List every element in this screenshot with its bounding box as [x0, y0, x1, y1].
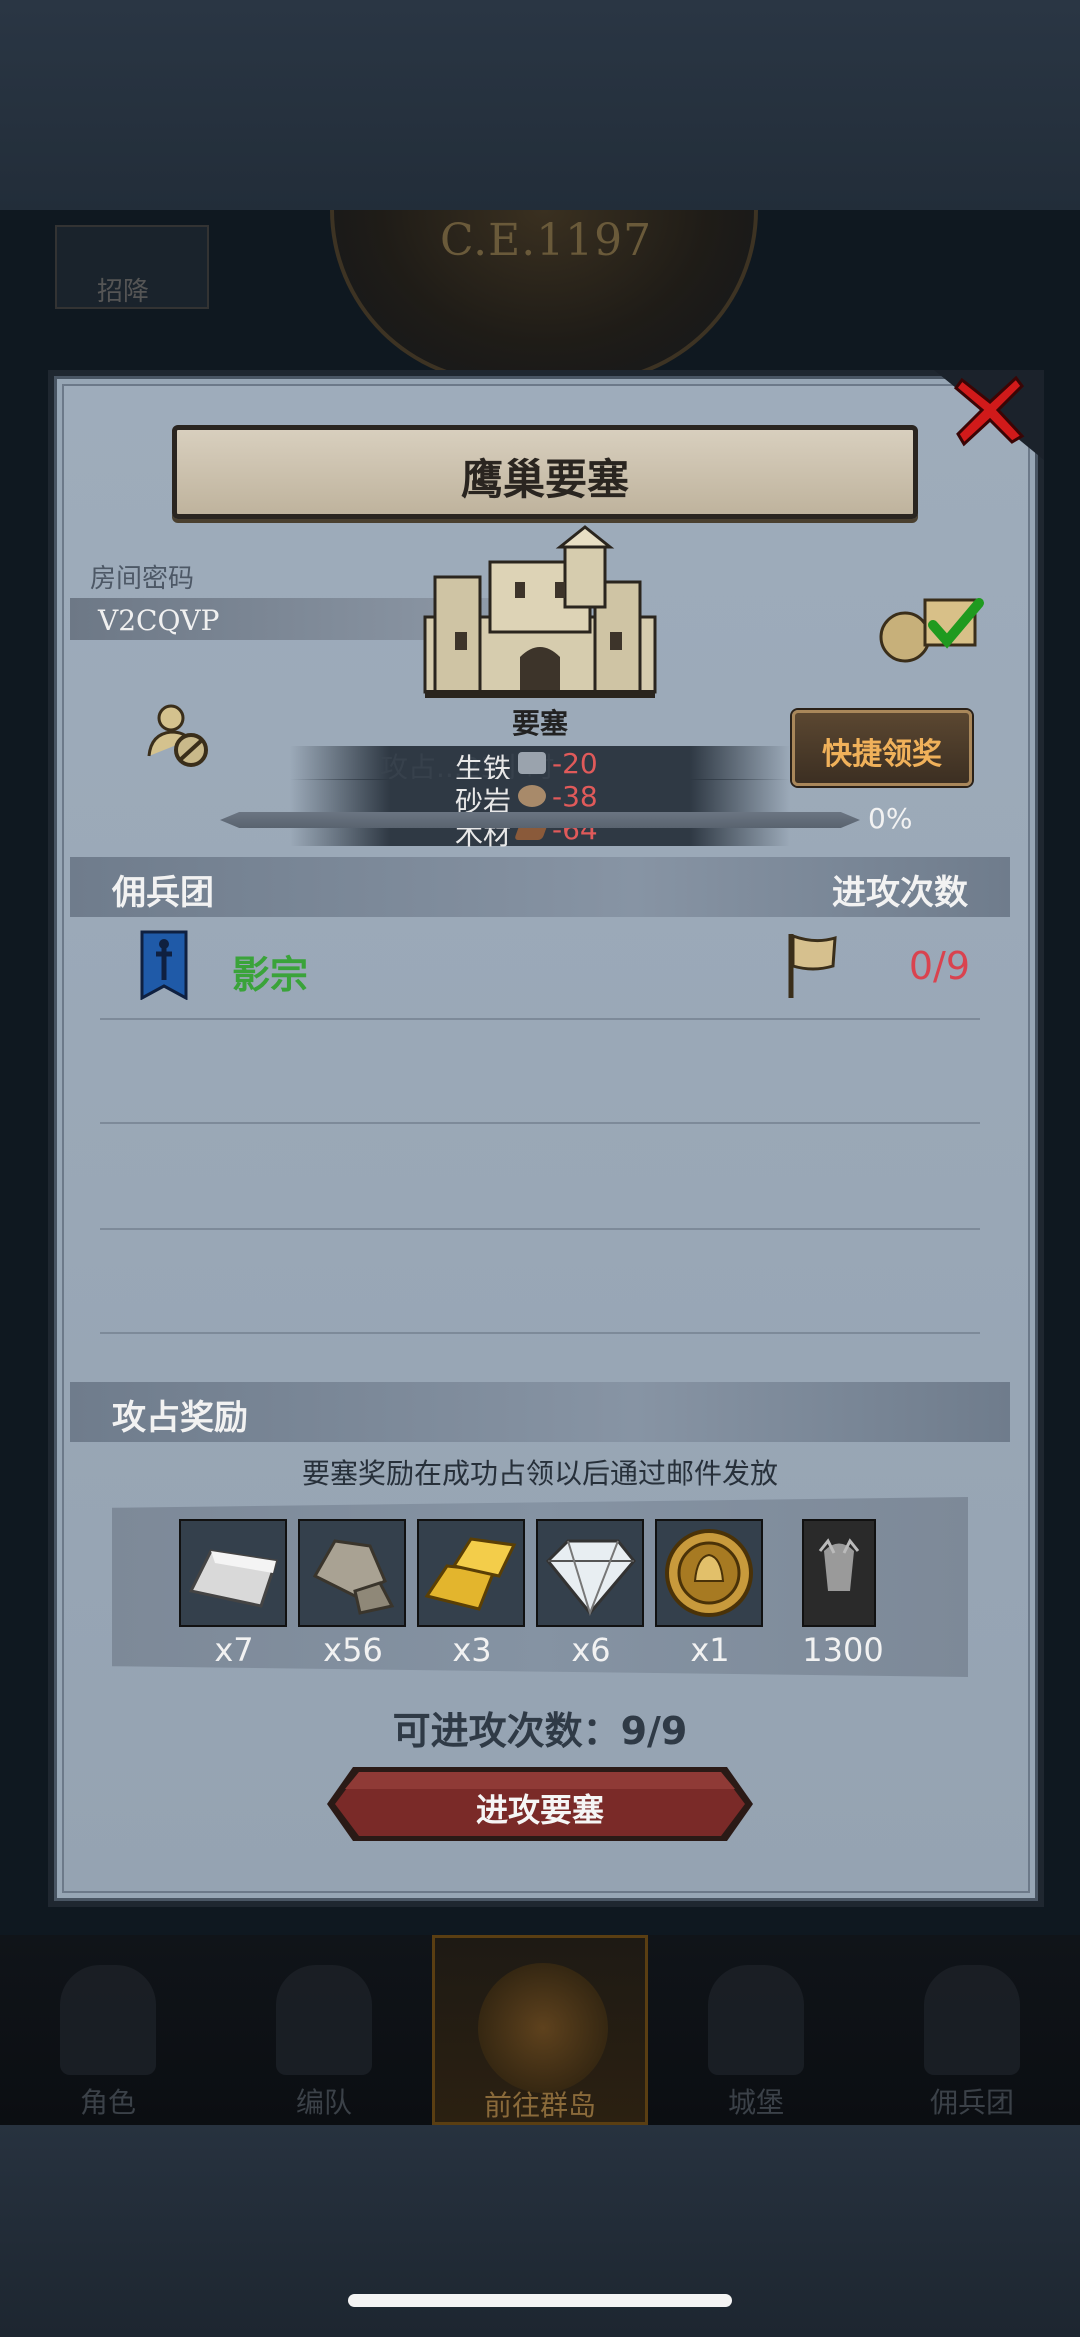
attack-count-header: 进攻次数 [832, 873, 968, 913]
nav-label: 城堡 [727, 2086, 784, 2119]
attack-button-label: 进攻要塞 [475, 1791, 604, 1829]
reward-qty: x1 [690, 1631, 730, 1669]
occupy-progress-label: 0% [868, 802, 913, 835]
quick-claim-button[interactable]: 快捷领奖 [792, 710, 972, 786]
close-button[interactable] [950, 370, 1030, 450]
list-divider [100, 1122, 980, 1124]
remaining-attempts: 可进攻次数：9/9 [392, 1709, 688, 1753]
nav-item-castle[interactable]: 城堡 [648, 1935, 864, 2125]
reward-qty: 1300 [802, 1631, 884, 1669]
iron-icon [518, 752, 546, 774]
era-label: C.E.1197 [440, 215, 653, 266]
medal-icon [655, 1519, 763, 1627]
attack-fortress-button[interactable]: 进攻要塞 [325, 1765, 755, 1843]
honor-icon [802, 1519, 876, 1627]
list-divider [100, 1018, 980, 1020]
resource-value: -38 [552, 780, 598, 813]
quick-claim-label: 快捷领奖 [822, 737, 942, 772]
bottom-nav: 角色 编队 前往群岛 城堡 佣兵团 [0, 1935, 1080, 2125]
resource-value: -20 [552, 747, 598, 780]
guild-banner-icon [140, 930, 188, 1000]
room-code[interactable]: V2CQVP [98, 604, 219, 637]
title-banner: 鹰巢要塞 [172, 425, 918, 519]
occupy-progress-bar [220, 812, 860, 828]
flag-icon [788, 933, 837, 998]
iron-ingot-icon [179, 1519, 287, 1627]
nav-item-mercenary[interactable]: 佣兵团 [864, 1935, 1080, 2125]
mercenary-section-title: 佣兵团 [112, 873, 214, 913]
helmet-icon [276, 1965, 372, 2075]
mercenary-section-header: 佣兵团 进攻次数 [70, 857, 1010, 917]
recruit-tab-label: 招降 [97, 277, 150, 307]
room-password-label: 房间密码 [90, 564, 195, 594]
castle-icon [708, 1965, 804, 2075]
recruit-tab: 招降 [55, 225, 209, 309]
compass-icon [478, 1963, 608, 2093]
reward-item[interactable]: x6 [536, 1519, 644, 1669]
home-indicator[interactable] [348, 2294, 732, 2307]
close-icon [953, 375, 1025, 447]
nav-label: 前往群岛 [483, 2089, 596, 2122]
reward-section-header: 攻占奖励 [70, 1382, 1010, 1442]
mercenary-icon [924, 1965, 1020, 2075]
reward-item[interactable]: x7 [179, 1519, 287, 1669]
dialog-title: 鹰巢要塞 [460, 455, 629, 504]
gold-bar-icon [417, 1519, 525, 1627]
fortress-icon [423, 525, 657, 698]
nav-label: 佣兵团 [929, 2086, 1014, 2119]
list-divider [100, 1332, 980, 1334]
nav-item-character[interactable]: 角色 [0, 1935, 216, 2125]
guild-name[interactable]: 影宗 [232, 944, 308, 999]
list-divider [100, 1228, 980, 1230]
diamond-icon [536, 1519, 644, 1627]
resource-row: 攻占...23小时 生铁 -20 [290, 746, 790, 785]
guild-attack-count: 0/9 [908, 944, 970, 988]
nav-item-team[interactable]: 编队 [216, 1935, 432, 2125]
nav-label: 编队 [295, 2086, 352, 2119]
user-block-icon[interactable] [145, 700, 215, 770]
nav-label: 角色 [79, 2086, 136, 2119]
reward-note: 要塞奖励在成功占领以后通过邮件发放 [301, 1457, 778, 1490]
reward-item[interactable]: 1300 [788, 1519, 896, 1669]
fortress-type-label: 要塞 [511, 707, 568, 740]
reward-item[interactable]: x1 [655, 1519, 763, 1669]
loot-collected-icon[interactable] [875, 585, 995, 665]
resource-cost-list: 攻占...23小时 生铁 -20 砂岩 -38 木材 -64 [290, 746, 790, 851]
knight-icon [60, 1965, 156, 2075]
reward-section-title: 攻占奖励 [112, 1398, 248, 1438]
nav-item-islands[interactable]: 前往群岛 [432, 1935, 648, 2125]
resource-row: 砂岩 -38 [290, 779, 790, 818]
stone-icon [298, 1519, 406, 1627]
status-bar-area [0, 0, 1080, 210]
sandstone-icon [518, 785, 546, 807]
reward-item[interactable]: x3 [417, 1519, 525, 1669]
reward-item[interactable]: x56 [298, 1519, 406, 1669]
